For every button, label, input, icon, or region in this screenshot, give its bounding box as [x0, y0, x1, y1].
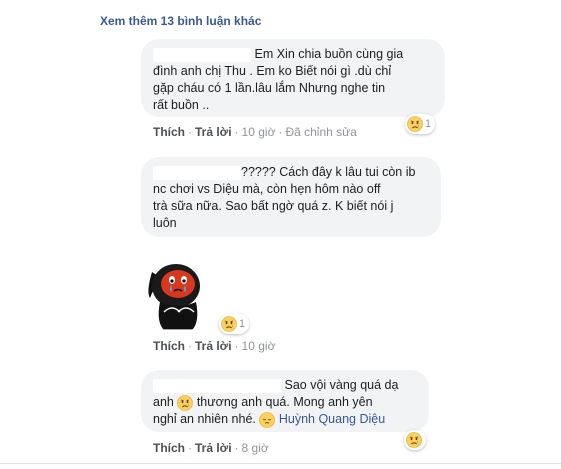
reply-button[interactable]: Trả lời	[195, 339, 232, 353]
sad-emoji-icon	[407, 116, 423, 132]
sad-emoji-icon	[177, 395, 193, 411]
reaction-badge-1[interactable]: 1	[405, 114, 436, 134]
comment-text-line: Sao vội vàng quá dạ	[284, 378, 399, 392]
comment-text-line: trà sữa nữa. Sao bất ngờ quá z. K biết n…	[153, 199, 394, 213]
comment-bubble-3: Sao vội vàng quá dạ anh thương anh quá. …	[141, 370, 429, 432]
redacted-name	[153, 47, 251, 62]
edited-label[interactable]: Đã chỉnh sửa	[285, 125, 356, 139]
reaction-badge-2[interactable]: 1	[219, 314, 250, 334]
like-button[interactable]: Thích	[153, 339, 185, 353]
comment-text-segment: nghỉ an nhiên nhé.	[153, 412, 256, 426]
comment-text-line: gặp cháu có 1 lần.lâu lắm Nhưng nghe tin	[153, 81, 386, 95]
timestamp[interactable]: 8 giờ	[242, 441, 269, 455]
comment-text-line: ????? Cách đây k lâu tui còn ib	[241, 165, 416, 179]
sad-emoji-icon	[221, 316, 237, 332]
view-more-comments-link[interactable]: Xem thêm 13 bình luận khác	[100, 14, 261, 28]
mention-link[interactable]: Huỳnh Quang Diệu	[279, 412, 385, 426]
like-button[interactable]: Thích	[153, 441, 185, 455]
reply-button[interactable]: Trả lời	[195, 125, 232, 139]
like-button[interactable]: Thích	[153, 125, 185, 139]
comment-bubble-1: Em Xin chia buồn cùng gia đình anh chị T…	[141, 39, 445, 117]
comment-actions-1: Thích · Trả lời · 10 giờ · Đã chỉnh sửa	[153, 125, 357, 139]
comment-bubble-2: ????? Cách đây k lâu tui còn ib nc chơi …	[141, 157, 441, 237]
comment-text-line: luôn	[153, 216, 177, 230]
comment-text-line: Em Xin chia buồn cùng gia	[254, 47, 404, 61]
divider	[0, 463, 561, 464]
reaction-count: 1	[239, 318, 246, 330]
timestamp[interactable]: 10 giờ	[242, 125, 276, 139]
timestamp[interactable]: 10 giờ	[242, 339, 276, 353]
redacted-name	[153, 165, 241, 180]
comment-actions-2: Thích · Trả lời · 10 giờ	[153, 339, 276, 353]
crying-cartoon-sticker[interactable]	[142, 252, 216, 336]
comment-text-segment: anh	[153, 395, 174, 409]
comment-text-line: nc chơi vs Diệu mà, còn hẹn hôm nào off	[153, 182, 381, 196]
pensive-emoji-icon	[259, 412, 275, 428]
reaction-badge-3[interactable]	[404, 430, 426, 450]
comment-text-line: đình anh chị Thu . Em ko Biết nói gì .dù…	[153, 64, 392, 78]
comment-text-segment: thương anh quá. Mong anh yên	[196, 395, 373, 409]
comment-actions-3: Thích · Trả lời · 8 giờ	[153, 441, 269, 455]
redacted-name	[153, 378, 281, 393]
reply-button[interactable]: Trả lời	[195, 441, 232, 455]
reaction-count: 1	[425, 118, 432, 130]
sad-emoji-icon	[406, 432, 422, 448]
comment-text-line: rất buồn ..	[153, 98, 210, 112]
